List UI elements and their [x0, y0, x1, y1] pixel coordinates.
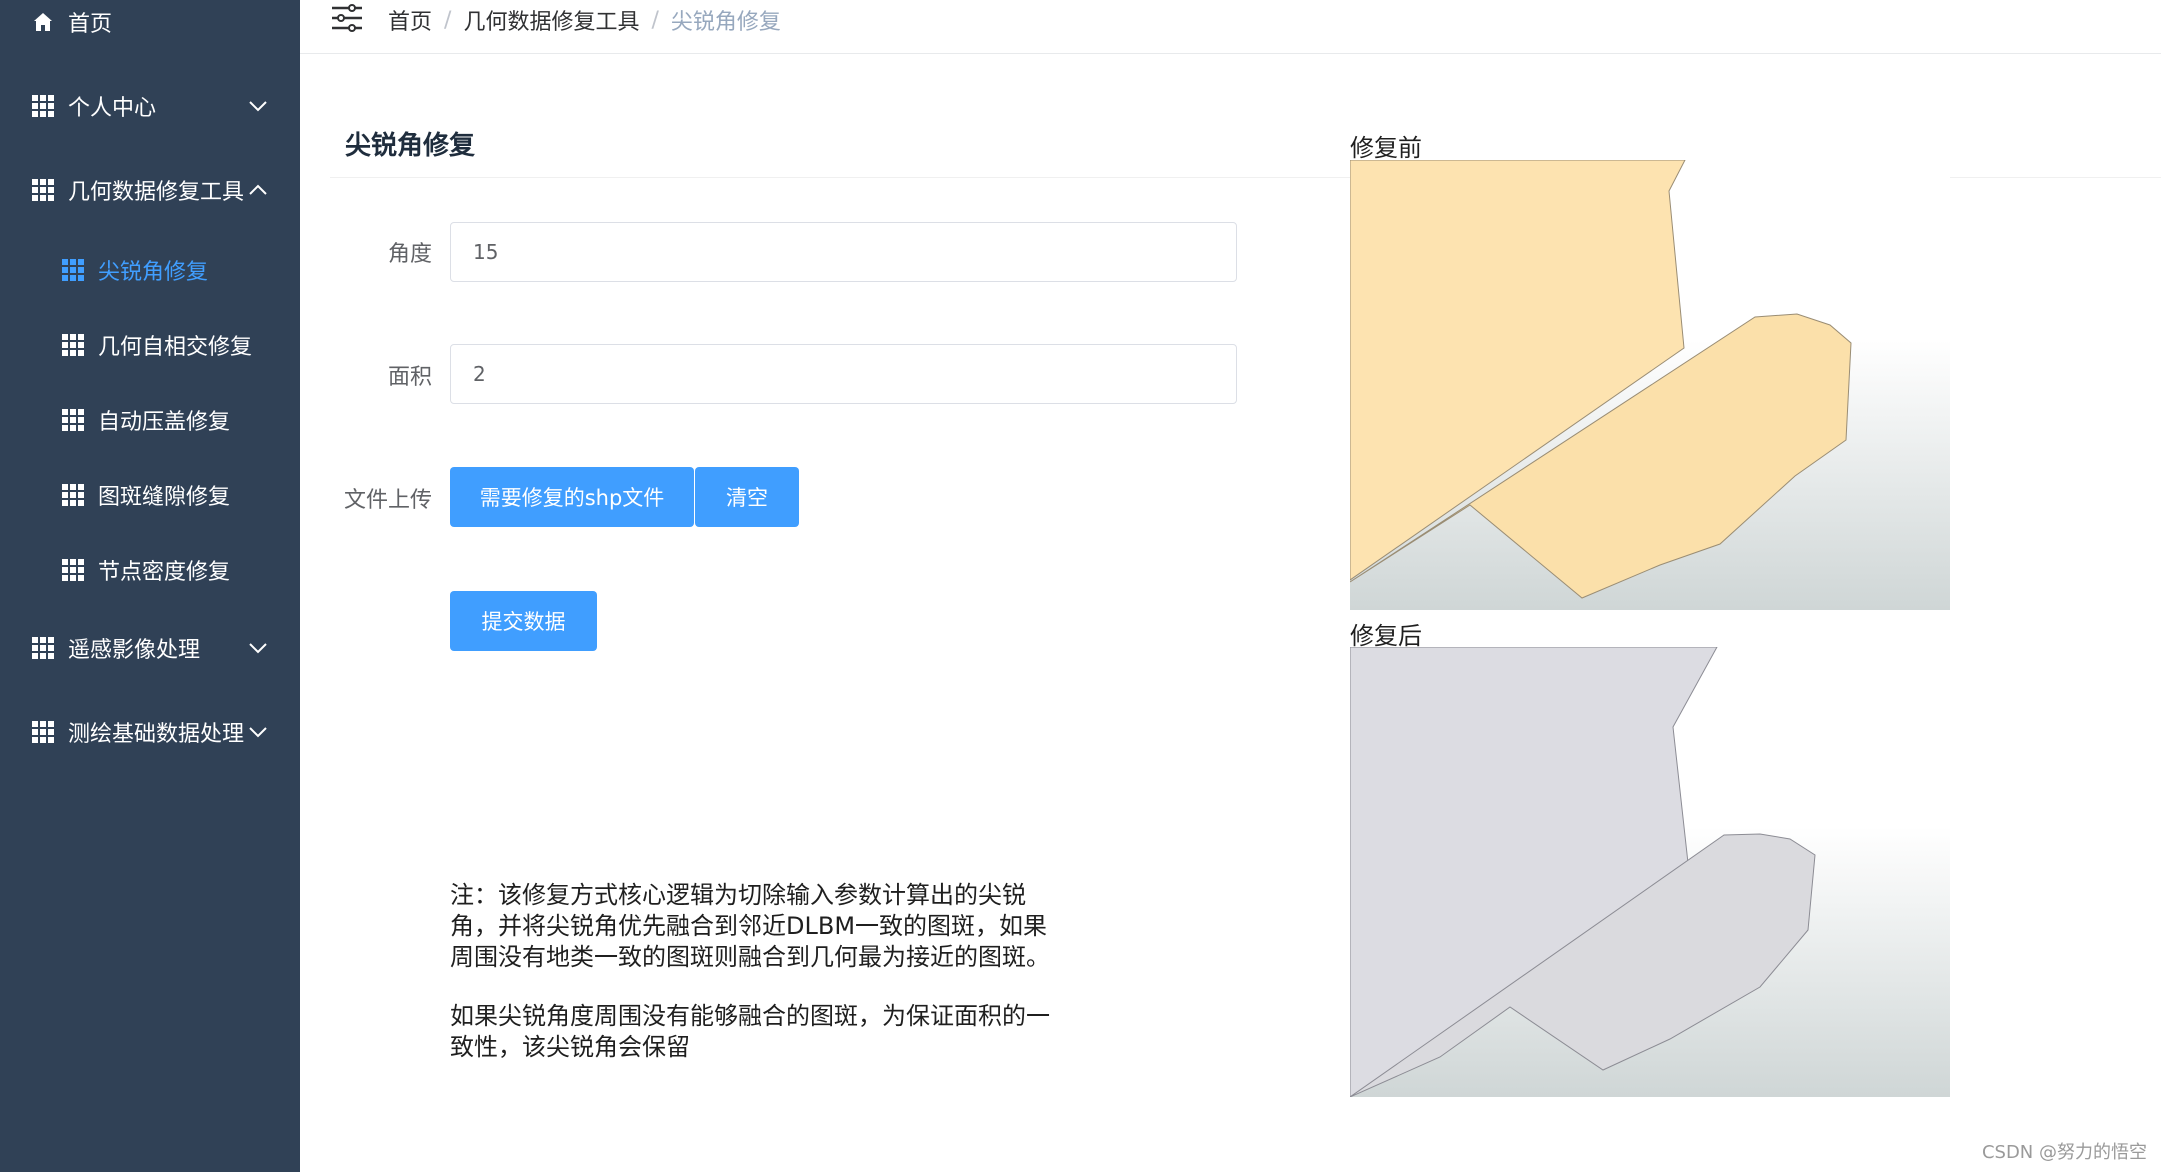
sidebar-item-label: 测绘基础数据处理: [68, 722, 245, 747]
breadcrumb-separator: /: [444, 7, 452, 33]
sidebar-item-label: 几何自相交修复: [98, 335, 253, 360]
sidebar-item-self-intersection-repair[interactable]: 几何自相交修复: [0, 315, 300, 375]
chevron-down-icon: [249, 643, 267, 654]
angle-input[interactable]: [450, 222, 1237, 282]
breadcrumb-geometry-repair[interactable]: 几何数据修复工具: [463, 4, 639, 36]
after-image-caption: 修复后: [1350, 622, 1422, 650]
submit-button[interactable]: 提交数据: [450, 591, 597, 651]
grid-icon: [62, 559, 84, 581]
hamburger-menu-icon[interactable]: [332, 2, 362, 34]
area-label: 面积: [387, 365, 432, 390]
grid-icon: [62, 334, 84, 356]
upload-label: 文件上传: [343, 488, 432, 513]
breadcrumb-home[interactable]: 首页: [388, 4, 432, 36]
breadcrumb: 首页 / 几何数据修复工具 / 尖锐角修复: [388, 4, 781, 36]
top-navbar: 首页 / 几何数据修复工具 / 尖锐角修复: [300, 0, 2161, 54]
sidebar-item-label: 个人中心: [68, 96, 157, 121]
upload-shp-button[interactable]: 需要修复的shp文件: [450, 467, 694, 527]
sidebar-item-label: 首页: [68, 12, 113, 37]
sidebar-item-home[interactable]: 首页: [0, 0, 300, 52]
chevron-down-icon: [249, 727, 267, 738]
sidebar-item-label: 图斑缝隙修复: [98, 485, 231, 510]
csdn-watermark: CSDN @努力的悟空: [1981, 1142, 2147, 1163]
chevron-up-icon: [249, 184, 267, 195]
breadcrumb-current: 尖锐角修复: [670, 10, 781, 35]
note-paragraph-2: 如果尖锐角度周围没有能够融合的图斑，为保证面积的一致性，该尖锐角会保留: [450, 1002, 1050, 1061]
sidebar-item-label: 节点密度修复: [98, 560, 231, 585]
grid-icon: [32, 95, 54, 117]
app-root: 首页 个人中心 几何数据修复工具 尖锐角修复 几何自相交修复 自动压盖修复 图斑…: [0, 0, 2161, 1172]
chevron-down-icon: [249, 101, 267, 112]
grid-icon: [62, 259, 84, 281]
sidebar-item-sharp-angle-repair[interactable]: 尖锐角修复: [0, 240, 300, 300]
sidebar-item-geometry-repair[interactable]: 几何数据修复工具: [0, 160, 300, 220]
sidebar-item-node-density-repair[interactable]: 节点密度修复: [0, 540, 300, 600]
before-image-caption: 修复前: [1350, 134, 1422, 162]
after-repair-image: [1350, 647, 1950, 1097]
grid-icon: [62, 484, 84, 506]
breadcrumb-separator: /: [651, 7, 659, 33]
sidebar-item-label: 几何数据修复工具: [68, 180, 245, 205]
sidebar-item-overlap-repair[interactable]: 自动压盖修复: [0, 390, 300, 450]
before-repair-image: [1350, 160, 1950, 610]
sidebar-item-label: 自动压盖修复: [98, 410, 231, 435]
sidebar-item-label: 尖锐角修复: [98, 260, 209, 285]
angle-label: 角度: [387, 242, 432, 267]
clear-button[interactable]: 清空: [695, 467, 799, 527]
grid-icon: [32, 179, 54, 201]
home-icon: [34, 13, 52, 31]
sidebar-item-gap-repair[interactable]: 图斑缝隙修复: [0, 465, 300, 525]
note-paragraph-1: 注：该修复方式核心逻辑为切除输入参数计算出的尖锐角，并将尖锐角优先融合到邻近DL…: [450, 881, 1050, 971]
sidebar-item-personal-center[interactable]: 个人中心: [0, 76, 300, 136]
area-input[interactable]: [450, 344, 1237, 404]
page-title: 尖锐角修复: [345, 131, 476, 161]
grid-icon: [62, 409, 84, 431]
grid-icon: [32, 721, 54, 743]
sidebar-item-remote-sensing[interactable]: 遥感影像处理: [0, 618, 300, 678]
sidebar-item-surveying-data[interactable]: 测绘基础数据处理: [0, 702, 300, 762]
sidebar-item-label: 遥感影像处理: [68, 638, 201, 663]
grid-icon: [32, 637, 54, 659]
sidebar: 首页 个人中心 几何数据修复工具 尖锐角修复 几何自相交修复 自动压盖修复 图斑…: [0, 0, 300, 1172]
